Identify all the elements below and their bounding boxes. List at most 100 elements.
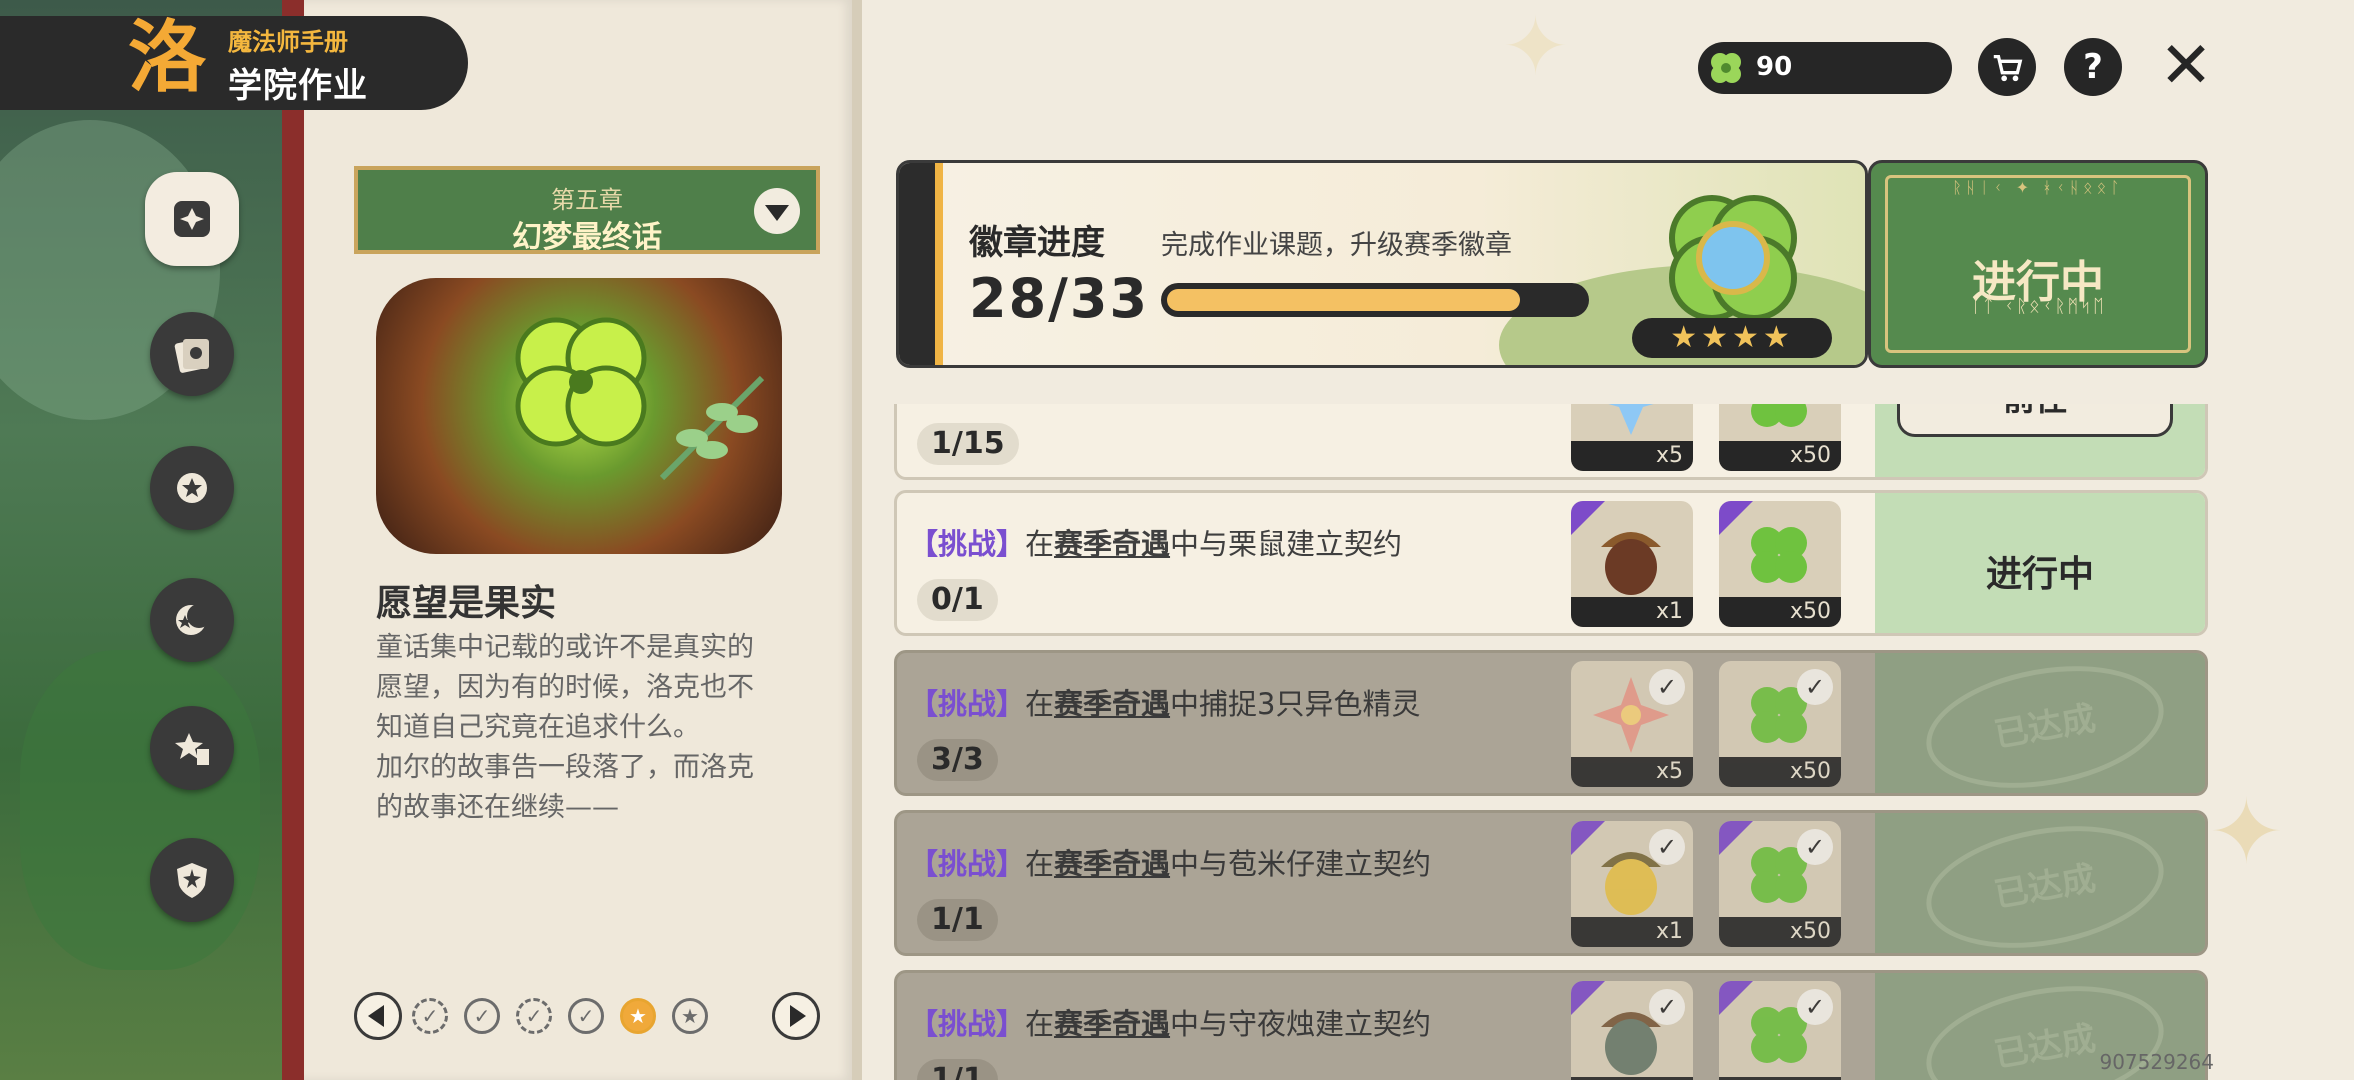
task-progress: 3/3 bbox=[917, 739, 998, 781]
story-line: 童话集中记载的或许不是真实的 bbox=[376, 632, 754, 663]
check-icon: ✓ bbox=[1649, 989, 1685, 1025]
task-text: 在 bbox=[1025, 1007, 1055, 1041]
story-body: 童话集中记载的或许不是真实的 愿望，因为有的时候，洛克也不 知道自己究竟在追求什… bbox=[376, 628, 796, 828]
task-text: 中与苞米仔建立契约 bbox=[1170, 847, 1432, 881]
badge-progress-description: 完成作业课题，升级赛季徽章 bbox=[1161, 230, 1512, 261]
ticket-runes-bottom: ᛁᛏ ᚲᚱᛟᚲᚱᛗᛋᛖ bbox=[1970, 296, 2106, 317]
book-binding bbox=[282, 0, 304, 1080]
blue-crystal-icon bbox=[1608, 404, 1654, 435]
shield-icon bbox=[177, 863, 207, 898]
chapter-name: 幻梦最终话 bbox=[512, 220, 662, 255]
next-page-button[interactable] bbox=[772, 992, 820, 1040]
task-text: 中与栗鼠建立契约 bbox=[1170, 527, 1403, 561]
task-description: 【挑战】在赛季奇遇中与苞米仔建立契约 bbox=[909, 841, 1431, 883]
task-action-area: 已达成 bbox=[1875, 653, 2205, 793]
task-text: 在 bbox=[1025, 687, 1055, 721]
help-button[interactable]: ? bbox=[2064, 38, 2122, 96]
chevron-down-icon[interactable] bbox=[754, 188, 800, 234]
reward-slot[interactable]: ✓ x50 bbox=[1719, 661, 1841, 787]
nav-cards[interactable] bbox=[150, 312, 234, 396]
close-icon: ✕ bbox=[2159, 29, 2213, 103]
reward-slot[interactable]: ✓ x50 bbox=[1719, 981, 1841, 1080]
task-progress: 1/1 bbox=[917, 1059, 998, 1080]
reward-count: x5 bbox=[1571, 441, 1693, 471]
reward-count: x50 bbox=[1719, 441, 1841, 471]
reward-slot[interactable]: ✓ x50 bbox=[1719, 821, 1841, 947]
player-uid: 907529264 bbox=[2099, 1050, 2214, 1074]
task-progress: 0/1 bbox=[917, 579, 998, 621]
prev-page-button[interactable] bbox=[354, 992, 402, 1040]
task-text: 中捕捉3只异色精灵 bbox=[1170, 687, 1421, 721]
task-description: 【挑战】在赛季奇遇中与栗鼠建立契约 bbox=[909, 521, 1402, 563]
reward-count: x50 bbox=[1719, 757, 1841, 787]
task-row: 1/15 x5 x50 前往 bbox=[894, 404, 2208, 480]
acorn-icon bbox=[1601, 532, 1661, 595]
reward-slot[interactable]: x50 bbox=[1719, 501, 1841, 627]
badge-star-rating: ★★★★ bbox=[1632, 318, 1832, 358]
task-list[interactable]: 1/15 x5 x50 前往 【挑战】在赛季奇遇中与栗鼠建立契约 0/1 x1 … bbox=[894, 404, 2210, 1080]
reward-slot[interactable]: x5 bbox=[1571, 404, 1693, 471]
challenge-tag: 【挑战】 bbox=[909, 1007, 1026, 1041]
completed-stamp: 已达成 bbox=[1916, 813, 2174, 953]
game-scene-background bbox=[0, 0, 300, 1080]
page-dot-completed[interactable]: ✓ bbox=[516, 998, 552, 1034]
reward-slot[interactable]: ✓ x1 bbox=[1571, 981, 1693, 1080]
clover-icon bbox=[515, 317, 647, 447]
story-line: 加尔的故事告一段落了，而洛克 bbox=[376, 752, 754, 783]
header-subtitle: 魔法师手册 bbox=[228, 28, 348, 56]
reward-slot[interactable]: x50 bbox=[1719, 404, 1841, 471]
nav-challenges[interactable] bbox=[150, 706, 234, 790]
season-adventure-link[interactable]: 赛季奇遇 bbox=[1054, 847, 1170, 881]
ticket-frame: ᚱᚺᛁᚲ ✦ ᚼᚲᚺᛟᛟᛚ 进行中 ᛁᛏ ᚲᚱᛟᚲᚱᛗᛋᛖ bbox=[1885, 175, 2191, 353]
currency-display: 90 bbox=[1698, 42, 1952, 94]
task-text: 在 bbox=[1025, 847, 1055, 881]
task-progress: 1/1 bbox=[917, 899, 998, 941]
page-dot-completed[interactable]: ✓ bbox=[412, 998, 448, 1034]
story-line: 的故事还在继续—— bbox=[376, 792, 619, 823]
nav-moon[interactable] bbox=[150, 578, 234, 662]
page-dot-locked[interactable]: ★ bbox=[672, 998, 708, 1034]
season-adventure-link[interactable]: 赛季奇遇 bbox=[1054, 687, 1170, 721]
task-action-area: 已达成 bbox=[1875, 813, 2205, 953]
rune-strip bbox=[899, 163, 943, 365]
star-hourglass-icon bbox=[175, 733, 209, 765]
task-status-in-progress[interactable]: 进行中 bbox=[1875, 545, 2205, 597]
shop-button[interactable] bbox=[1978, 38, 2036, 96]
season-adventure-link[interactable]: 赛季奇遇 bbox=[1054, 1007, 1170, 1041]
page-dot-current[interactable]: ★ bbox=[620, 998, 656, 1034]
close-button[interactable]: ✕ bbox=[2156, 34, 2216, 98]
nav-badges[interactable] bbox=[150, 446, 234, 530]
ticket-runes-top: ᚱᚺᛁᚲ ✦ ᚼᚲᚺᛟᛟᛚ bbox=[1952, 178, 2124, 197]
season-adventure-link[interactable]: 赛季奇遇 bbox=[1054, 527, 1170, 561]
page-dot-completed[interactable]: ✓ bbox=[464, 998, 500, 1034]
card-icon bbox=[174, 339, 209, 373]
page-dot-completed[interactable]: ✓ bbox=[568, 998, 604, 1034]
reward-slot[interactable]: x1 bbox=[1571, 501, 1693, 627]
check-icon: ✓ bbox=[1797, 829, 1833, 865]
badge-progress-fill bbox=[1167, 289, 1520, 311]
challenge-tag: 【挑战】 bbox=[909, 527, 1026, 561]
nav-assignments[interactable] bbox=[145, 172, 239, 266]
reward-slot[interactable]: ✓ x1 bbox=[1571, 821, 1693, 947]
completed-stamp: 已达成 bbox=[1916, 653, 2174, 793]
check-icon: ✓ bbox=[1649, 669, 1685, 705]
task-row: 【挑战】在赛季奇遇中与栗鼠建立契约 0/1 x1 x50 进行中 bbox=[894, 490, 2208, 636]
story-line: 知道自己究竟在追求什么。 bbox=[376, 712, 700, 743]
go-button[interactable]: 前往 bbox=[1897, 404, 2173, 437]
badge-icon bbox=[177, 473, 207, 503]
task-row: 【挑战】在赛季奇遇中捕捉3只异色精灵 3/3 ✓ x5 ✓ x50 已达成 bbox=[894, 650, 2208, 796]
chapter-selector[interactable]: 第五章 幻梦最终话 bbox=[354, 166, 820, 255]
story-pager: ✓ ✓ ✓ ✓ ★ ★ bbox=[354, 992, 822, 1042]
badge-progress-count: 28/33 bbox=[969, 267, 1150, 330]
assignments-icon bbox=[174, 201, 210, 237]
task-progress: 1/15 bbox=[917, 423, 1019, 465]
reward-slot[interactable]: ✓ x5 bbox=[1571, 661, 1693, 787]
currency-amount: 90 bbox=[1756, 52, 1793, 82]
task-row: 【挑战】在赛季奇遇中与守夜烛建立契约 1/1 ✓ x1 ✓ x50 已达成 bbox=[894, 970, 2208, 1080]
story-line: 愿望，因为有的时候，洛克也不 bbox=[376, 672, 754, 703]
challenge-tag: 【挑战】 bbox=[909, 687, 1026, 721]
task-description: 【挑战】在赛季奇遇中与守夜烛建立契约 bbox=[909, 1001, 1431, 1043]
moon-star-icon bbox=[176, 604, 211, 635]
nav-shield[interactable] bbox=[150, 838, 234, 922]
reward-count: x50 bbox=[1719, 917, 1841, 947]
